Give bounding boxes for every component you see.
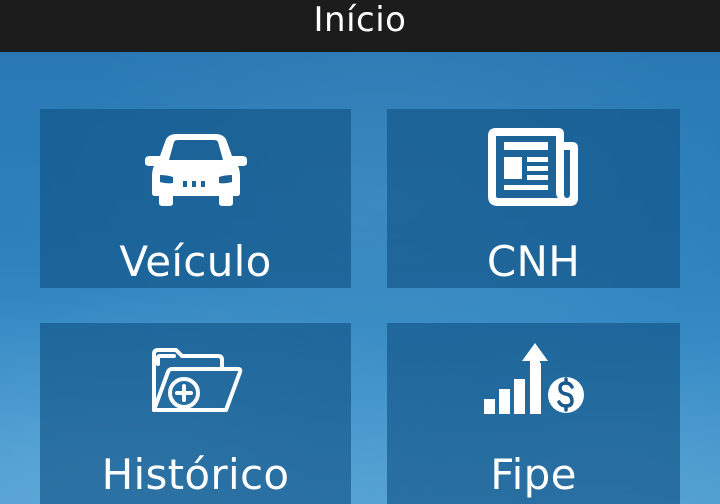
top-app-bar: Início bbox=[0, 0, 720, 52]
price-chart-icon bbox=[483, 343, 584, 414]
menu-tile-cnh[interactable]: CNH bbox=[387, 109, 680, 288]
menu-tile-label: CNH bbox=[486, 237, 581, 286]
car-icon bbox=[144, 134, 247, 206]
menu-tile-label: Veículo bbox=[119, 237, 272, 286]
menu-tile-historico[interactable]: Histórico bbox=[40, 323, 351, 504]
folder-add-icon bbox=[151, 348, 242, 412]
newspaper-icon bbox=[487, 128, 578, 206]
menu-tile-veiculo[interactable]: Veículo bbox=[40, 109, 351, 288]
menu-tile-label: Fipe bbox=[490, 450, 577, 499]
menu-tile-fipe[interactable]: Fipe bbox=[387, 323, 680, 504]
page-title: Início bbox=[313, 0, 407, 40]
app-screen: Início Veículo CNH Histórico Fipe bbox=[0, 0, 720, 504]
menu-tile-label: Histórico bbox=[101, 450, 290, 499]
